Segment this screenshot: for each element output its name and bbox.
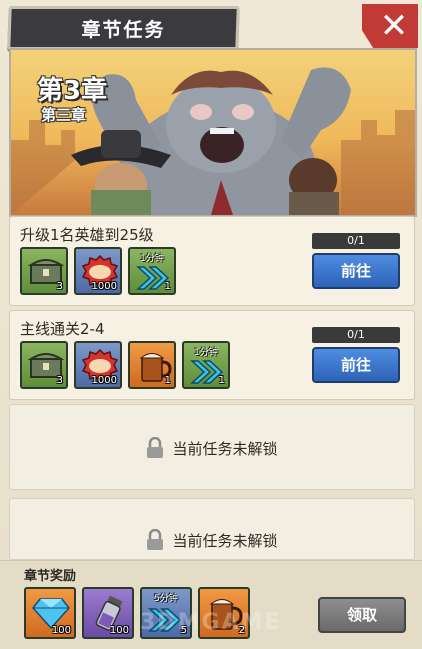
reward-qty: 3: [56, 375, 63, 386]
reward-item[interactable]: 3: [20, 247, 68, 295]
chapter-subtitle: 第三章: [41, 106, 87, 124]
task-progress-bar: 0/1: [312, 327, 400, 343]
go-button[interactable]: 前往: [312, 347, 400, 383]
reward-qty: 100: [109, 625, 129, 636]
task-rewards: 3 1000 1 1分钟 1: [20, 341, 230, 389]
reward-item[interactable]: 1000: [74, 247, 122, 295]
close-icon: ✕: [379, 6, 409, 46]
task-title: 升级1名英雄到25级: [20, 226, 154, 244]
task-progress-bar: 0/1: [312, 233, 400, 249]
locked-task: 当前任务未解锁: [9, 498, 415, 560]
chapter-number: 第3章: [37, 76, 108, 106]
reward-item[interactable]: 1: [128, 341, 176, 389]
reward-tag: 5分钟: [154, 594, 178, 604]
reward-qty: 100: [51, 625, 71, 636]
lock-icon: [147, 437, 164, 458]
reward-qty: 1: [164, 281, 171, 292]
reward-item[interactable]: 100: [24, 587, 76, 639]
locked-text: 当前任务未解锁: [172, 531, 278, 550]
reward-qty: 3: [56, 281, 63, 292]
reward-item[interactable]: 1分钟 1: [182, 341, 230, 389]
reward-item[interactable]: 100: [82, 587, 134, 639]
task-rewards: 3 1000 1分钟 1: [20, 247, 176, 295]
progress-text: 0/1: [347, 328, 365, 341]
reward-qty: 1000: [91, 375, 117, 386]
reward-qty: 1000: [91, 281, 117, 292]
reward-qty: 1: [164, 375, 171, 386]
chapter-banner: 第3章 第三章: [9, 48, 417, 217]
locked-text: 当前任务未解锁: [172, 439, 278, 458]
progress-text: 0/1: [347, 234, 365, 247]
chapter-task-panel: 章节任务 ✕ 第3章 第三章 升级1名英雄到25级 3 1000 1分钟 1 0…: [0, 0, 422, 649]
chapter-reward-title: 章节奖励: [24, 569, 77, 584]
chapter-reward-footer: 章节奖励 100 100 5分钟 5 2 领取: [0, 560, 422, 649]
reward-qty: 1: [218, 375, 225, 386]
title-bar: 章节任务: [7, 6, 240, 50]
reward-item[interactable]: 1000: [74, 341, 122, 389]
diamond-icon: [32, 598, 70, 629]
claim-button[interactable]: 领取: [318, 597, 406, 633]
watermark: 3DMGAME: [140, 610, 282, 635]
page-title: 章节任务: [81, 19, 166, 41]
go-button[interactable]: 前往: [312, 253, 400, 289]
reward-item[interactable]: 1分钟 1: [128, 247, 176, 295]
lock-icon: [147, 529, 164, 550]
task-card: 升级1名英雄到25级 3 1000 1分钟 1 0/1 前往: [9, 216, 415, 306]
locked-task: 当前任务未解锁: [9, 404, 415, 490]
task-card: 主线通关2-4 3 1000 1 1分钟 1 0/1 前往: [9, 310, 415, 400]
task-title: 主线通关2-4: [20, 320, 105, 338]
reward-item[interactable]: 3: [20, 341, 68, 389]
close-button[interactable]: ✕: [362, 4, 418, 48]
